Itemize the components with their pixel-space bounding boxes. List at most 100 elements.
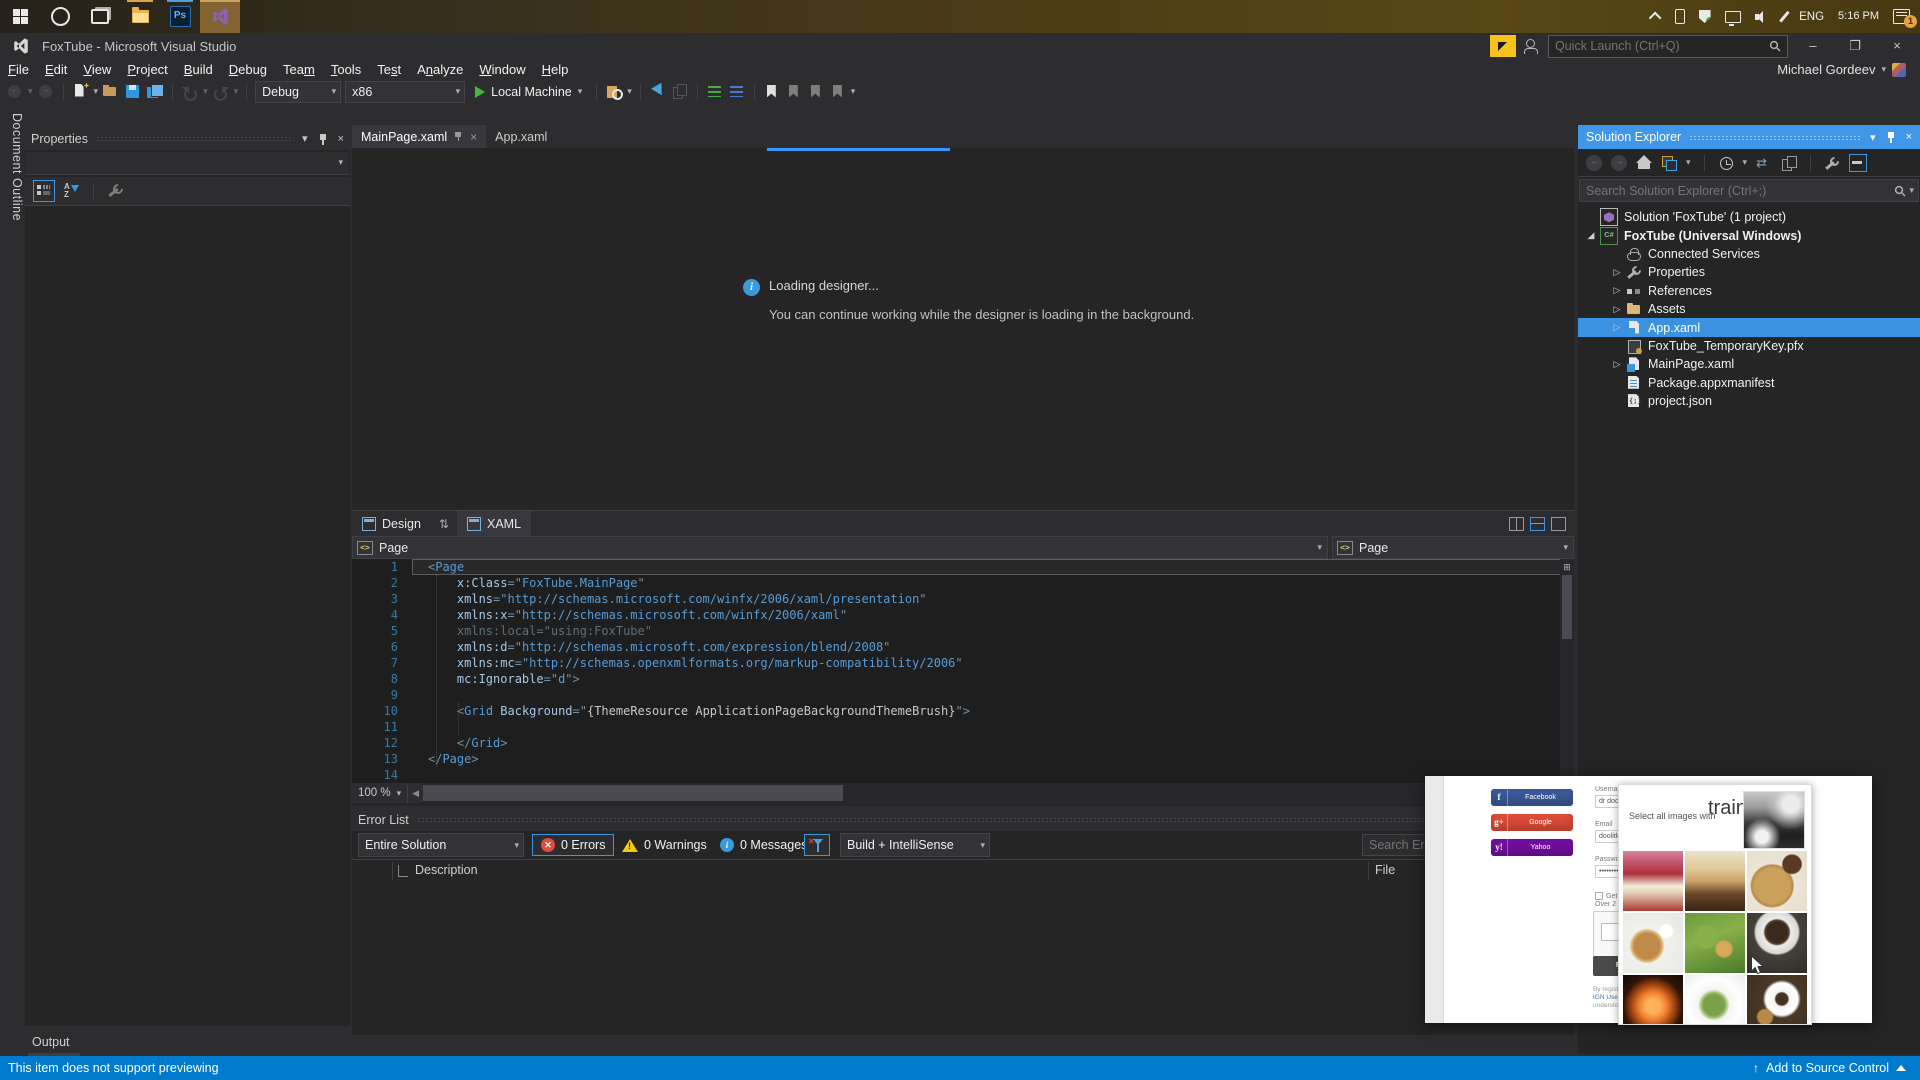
code-line[interactable]: xmlns:mc="http://schemas.openxmlformats.… — [412, 655, 1574, 671]
scroll-left-icon[interactable]: ◀ — [408, 788, 423, 799]
alphabetical-sort-icon[interactable] — [63, 182, 81, 200]
menu-test[interactable]: Test — [369, 60, 409, 79]
minimize-button[interactable]: – — [1796, 34, 1830, 58]
undo-icon[interactable] — [181, 83, 199, 101]
preview-selected-items-icon[interactable] — [1849, 153, 1868, 172]
collapse-arrow-icon[interactable]: ◢ — [1582, 230, 1600, 241]
close-panel-icon[interactable]: × — [1906, 131, 1912, 143]
new-file-icon[interactable] — [72, 83, 90, 101]
forward-icon[interactable] — [1611, 154, 1627, 171]
tab-app-xaml[interactable]: App.xaml — [486, 125, 556, 148]
editor-vertical-scrollbar[interactable]: ⊞ — [1560, 559, 1574, 783]
code-line[interactable]: <Grid Background="{ThemeResource Applica… — [412, 703, 1574, 719]
navigate-forward-icon[interactable] — [37, 83, 55, 101]
xaml-code-editor[interactable]: 1 2 3 4 5 6 7 8 9 10 11 12 13 14 <Page x:Class="FoxTu… — [352, 559, 1574, 783]
window-menu-icon[interactable]: ▾ — [1870, 131, 1876, 144]
code-line[interactable]: <Page — [412, 559, 1574, 575]
tray-chevron-icon[interactable] — [1648, 11, 1662, 25]
swap-panes-icon[interactable]: ⇅ — [431, 517, 457, 531]
task-view-button[interactable] — [80, 0, 120, 33]
selected-object-combobox[interactable]: ▾ — [26, 152, 349, 175]
warnings-filter-button[interactable]: 0 Warnings — [614, 834, 715, 856]
copy-structure-icon[interactable] — [671, 83, 689, 101]
expand-arrow-icon[interactable]: ▷ — [1608, 322, 1626, 333]
recaptcha-checkbox[interactable] — [1601, 923, 1619, 941]
file-explorer-button[interactable] — [120, 0, 160, 33]
avatar[interactable] — [1892, 62, 1906, 77]
user-dropdown-icon[interactable]: ▾ — [1881, 64, 1886, 75]
tree-item-connected-services[interactable]: Connected Services — [1578, 245, 1920, 263]
tree-item-mainpage-xaml[interactable]: ▷ MainPage.xaml — [1578, 355, 1920, 373]
properties-icon[interactable] — [1824, 155, 1840, 171]
output-tab[interactable]: Output — [28, 1035, 80, 1058]
pin-tab-icon[interactable] — [454, 131, 463, 142]
design-view-tab[interactable]: Design — [352, 511, 431, 537]
signed-in-user[interactable]: Michael Gordeev — [1777, 62, 1875, 77]
social-yahoo-button[interactable]: y! Yahoo — [1491, 839, 1573, 856]
captcha-image-glow[interactable] — [1623, 975, 1683, 1024]
vertical-split-icon[interactable] — [1509, 517, 1524, 531]
find-in-files-icon[interactable] — [605, 83, 624, 101]
captcha-image-salad[interactable] — [1685, 913, 1745, 973]
redo-icon[interactable] — [212, 83, 230, 101]
expand-arrow-icon[interactable]: ▷ — [1608, 359, 1626, 370]
sync-with-active-document-icon[interactable] — [1756, 155, 1772, 171]
back-icon[interactable] — [1586, 154, 1602, 171]
editor-horizontal-scrollbar[interactable] — [423, 783, 1574, 803]
tree-item-properties[interactable]: ▷ Properties — [1578, 263, 1920, 281]
pen-icon[interactable] — [1778, 10, 1789, 23]
open-file-icon[interactable] — [102, 83, 120, 101]
code-line[interactable] — [412, 767, 1574, 783]
solution-explorer-search-input[interactable] — [1580, 183, 1895, 198]
source-filter-combobox[interactable]: Build + IntelliSense ▾ — [840, 833, 990, 857]
menu-file[interactable]: File — [0, 60, 37, 79]
redo-dropdown-icon[interactable]: ▾ — [234, 86, 239, 97]
solution-explorer-titlebar[interactable]: Solution Explorer ▾ × — [1578, 125, 1920, 149]
tree-item-solution-foxtube-1-project-[interactable]: Solution 'FoxTube' (1 project) — [1578, 208, 1920, 227]
previous-bookmark-icon[interactable] — [785, 83, 803, 101]
captcha-image-dessert[interactable] — [1685, 851, 1745, 911]
column-divider[interactable] — [392, 862, 393, 880]
errors-filter-button[interactable]: ✕ 0 Errors — [532, 834, 615, 856]
comment-icon[interactable] — [706, 83, 724, 101]
add-to-source-control-button[interactable]: ↑ Add to Source Control — [1753, 1061, 1920, 1075]
pin-icon[interactable] — [1886, 131, 1896, 143]
language-indicator[interactable]: ENG — [1799, 11, 1824, 23]
code-line[interactable]: </Page> — [412, 751, 1574, 767]
categorized-view-icon[interactable] — [33, 180, 55, 202]
tree-item-foxtube-universal-windows-[interactable]: ◢ FoxTube (Universal Windows) — [1578, 226, 1920, 245]
checkbox-icon[interactable] — [1595, 892, 1603, 900]
code-line[interactable]: xmlns:d="http://schemas.microsoft.com/ex… — [412, 639, 1574, 655]
menu-window[interactable]: Window — [471, 60, 533, 79]
clock[interactable]: 5:16 PM — [1838, 10, 1879, 23]
scrollbar-thumb[interactable] — [1562, 575, 1572, 639]
undo-dropdown-icon[interactable]: ▾ — [203, 86, 208, 97]
tree-item-references[interactable]: ▷ References — [1578, 282, 1920, 300]
close-tab-icon[interactable]: × — [470, 130, 477, 144]
back-dropdown-icon[interactable]: ▾ — [28, 86, 33, 97]
social-facebook-button[interactable]: f Facebook — [1491, 789, 1573, 806]
collapse-all-icon[interactable] — [1781, 155, 1798, 171]
error-list-titlebar[interactable]: Error List — [352, 808, 1574, 831]
tab-mainpage-xaml[interactable]: MainPage.xaml × — [352, 125, 487, 148]
uncomment-icon[interactable] — [728, 83, 746, 101]
captcha-image-coffee[interactable] — [1747, 975, 1807, 1024]
switch-views-icon[interactable] — [1661, 155, 1677, 171]
code-line[interactable]: mc:Ignorable="d"> — [412, 671, 1574, 687]
tree-item-project-json[interactable]: project.json — [1578, 392, 1920, 410]
close-button[interactable]: × — [1880, 34, 1914, 58]
tree-item-package-appxmanifest[interactable]: Package.appxmanifest — [1578, 374, 1920, 392]
configuration-combobox[interactable]: Debug ▾ — [255, 80, 342, 103]
terms-link[interactable]: IGN Use — [1593, 994, 1618, 1001]
cortana-button[interactable] — [40, 0, 80, 33]
description-column-header[interactable]: Description — [415, 863, 478, 877]
feedback-person-icon[interactable] — [1524, 39, 1540, 54]
menu-build[interactable]: Build — [176, 60, 221, 79]
expand-arrow-icon[interactable]: ▷ — [1608, 304, 1626, 315]
tree-item-app-xaml[interactable]: ▷ App.xaml — [1578, 318, 1920, 337]
pending-changes-filter-icon[interactable] — [1718, 155, 1734, 171]
captcha-image-pancakes[interactable] — [1747, 851, 1807, 911]
menu-help[interactable]: Help — [534, 60, 577, 79]
zoom-level-combobox[interactable]: 100 % ▾ — [352, 783, 409, 803]
expand-arrow-icon[interactable]: ▷ — [1608, 267, 1626, 278]
